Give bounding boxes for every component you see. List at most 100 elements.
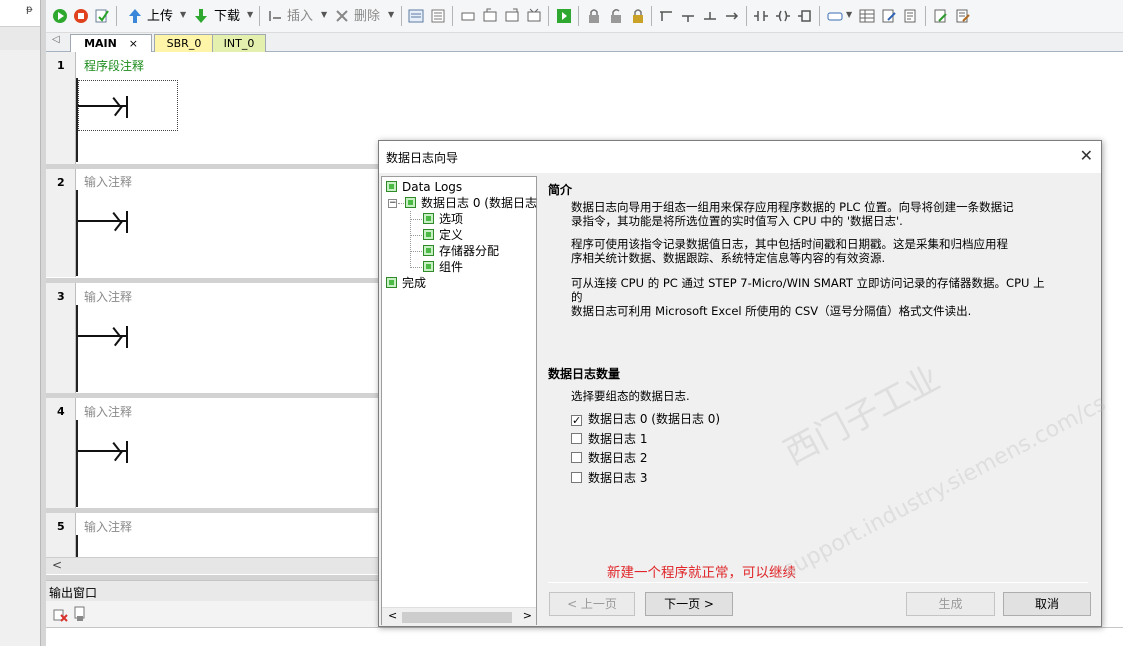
generate-button[interactable]: 生成 [906, 592, 995, 616]
check-icon [423, 245, 434, 256]
data-log-0-checkbox[interactable]: ✓ 数据日志 0 (数据日志 0) [571, 411, 720, 427]
prev-button[interactable]: < 上一页 [549, 592, 635, 616]
delete-icon [334, 8, 350, 24]
tree-item-options[interactable]: 选项 [423, 211, 463, 227]
coil-arrow-icon [114, 212, 124, 230]
network-comment[interactable]: 输入注释 [84, 288, 132, 305]
check-icon [386, 277, 397, 288]
power-rail [76, 535, 78, 557]
tree-item-data-logs[interactable]: Data Logs [386, 179, 462, 195]
unlock-icon[interactable] [608, 8, 624, 24]
tree-item-memory[interactable]: 存储器分配 [423, 243, 499, 259]
check-icon [423, 261, 434, 272]
tab-sbr-0[interactable]: SBR_0 [154, 34, 214, 52]
tree-item-component[interactable]: 组件 [423, 259, 463, 275]
data-log-2-checkbox[interactable]: 数据日志 2 [571, 450, 647, 466]
data-log-3-checkbox[interactable]: 数据日志 3 [571, 470, 647, 486]
delete-label: 删除 [354, 9, 381, 24]
copy-output-icon[interactable] [72, 606, 88, 622]
power-rail [76, 305, 78, 392]
contact-icon[interactable] [753, 8, 769, 24]
network-comment[interactable]: 输入注释 [84, 173, 132, 190]
next-bookmark-icon[interactable] [504, 8, 520, 24]
wizard-tree: Data Logs − 数据日志 0 (数据日志 选项 定义 存储器分配 组件 … [381, 176, 537, 625]
line-right-icon[interactable] [724, 8, 740, 24]
button-divider [548, 582, 1088, 583]
intro-paragraph-2: 程序可使用该指令记录数据值日志，其中包括时间戳和日期戳。这是采集和归档应用程 序… [571, 237, 1008, 265]
comment-icon[interactable] [933, 8, 949, 24]
symbol-table-icon[interactable] [859, 8, 875, 24]
tree-scrollbar[interactable]: < > [382, 607, 536, 625]
box-icon[interactable] [797, 8, 813, 24]
clear-bookmark-icon[interactable] [526, 8, 542, 24]
dialog-title: 数据日志向导 [386, 151, 459, 165]
check-icon [386, 181, 397, 192]
horizontal-scrollbar[interactable]: < [46, 557, 378, 574]
stop-icon[interactable] [73, 8, 89, 24]
network-comment[interactable]: 程序段注释 [84, 57, 144, 74]
output-toolbar [46, 601, 378, 627]
properties-icon[interactable] [903, 8, 919, 24]
tab-main[interactable]: MAIN × [70, 34, 152, 52]
tab-scroll-left-icon[interactable]: ◁ [52, 34, 60, 45]
upload-label[interactable]: 上传 [147, 8, 173, 26]
coil-icon[interactable] [775, 8, 791, 24]
close-icon[interactable]: × [129, 37, 138, 50]
project-tree-pane: ᵽ [0, 0, 42, 50]
download-dropdown-icon[interactable]: ▼ [247, 10, 253, 19]
network-comment-icon[interactable] [955, 8, 971, 24]
tree-item-data-log-0[interactable]: 数据日志 0 (数据日志 [405, 195, 537, 211]
close-icon[interactable]: ✕ [1080, 146, 1093, 165]
branch-up-icon[interactable] [680, 8, 696, 24]
edit-icon[interactable] [881, 8, 897, 24]
insert-label: 插入 [287, 9, 314, 24]
monitor-icon[interactable] [408, 8, 424, 24]
compile-icon[interactable] [94, 8, 110, 24]
intro-heading: 简介 [548, 183, 573, 197]
network-number: 1 [46, 52, 76, 164]
coil-arrow-icon [114, 97, 124, 115]
editor-tabs: ◁ MAIN × SBR_0 INT_0 [46, 33, 1123, 52]
tab-int-0[interactable]: INT_0 [212, 34, 266, 52]
next-button[interactable]: 下一页 > [645, 592, 733, 616]
status-chart-icon[interactable] [430, 8, 446, 24]
left-dock [0, 0, 42, 646]
count-heading: 数据日志数量 [548, 367, 621, 381]
rect-icon[interactable] [460, 8, 476, 24]
pou-icon[interactable] [827, 8, 843, 24]
network-comment[interactable]: 输入注释 [84, 518, 132, 535]
upload-dropdown-icon[interactable]: ▼ [180, 10, 186, 19]
output-content[interactable] [46, 627, 1123, 646]
password-icon[interactable] [630, 8, 646, 24]
network-number: 5 [46, 513, 76, 557]
run-icon[interactable] [52, 8, 68, 24]
checkbox-icon[interactable]: ✓ [571, 415, 582, 426]
upload-icon[interactable] [127, 8, 143, 24]
checkbox-icon[interactable] [571, 433, 582, 444]
checkbox-icon[interactable] [571, 452, 582, 463]
network-comment[interactable]: 输入注释 [84, 403, 132, 420]
data-log-1-checkbox[interactable]: 数据日志 1 [571, 431, 647, 447]
check-icon [423, 229, 434, 240]
lock-icon[interactable] [586, 8, 602, 24]
scroll-left-icon[interactable]: < [388, 609, 397, 622]
line-up-icon[interactable] [702, 8, 718, 24]
bookmark-icon[interactable] [482, 8, 498, 24]
collapse-icon[interactable]: − [388, 199, 397, 208]
download-icon[interactable] [193, 8, 209, 24]
tree-item-define[interactable]: 定义 [423, 227, 463, 243]
go-icon[interactable] [556, 8, 572, 24]
network-number: 2 [46, 169, 76, 277]
checkbox-icon[interactable] [571, 472, 582, 483]
intro-paragraph-3: 可从连接 CPU 的 PC 通过 STEP 7-Micro/WIN SMART … [571, 276, 1045, 318]
cancel-button[interactable]: 取消 [1003, 592, 1091, 616]
scroll-left-icon[interactable]: < [52, 558, 62, 572]
clear-output-icon[interactable] [52, 606, 68, 622]
pin-icon[interactable]: ᵽ [26, 4, 33, 15]
scroll-right-icon[interactable]: > [523, 609, 532, 622]
tree-item-finish[interactable]: 完成 [386, 275, 426, 291]
output-window-header: 输出窗口 [46, 580, 378, 601]
download-label[interactable]: 下载 [214, 8, 240, 26]
check-icon [405, 197, 416, 208]
branch-down-icon[interactable] [658, 8, 674, 24]
